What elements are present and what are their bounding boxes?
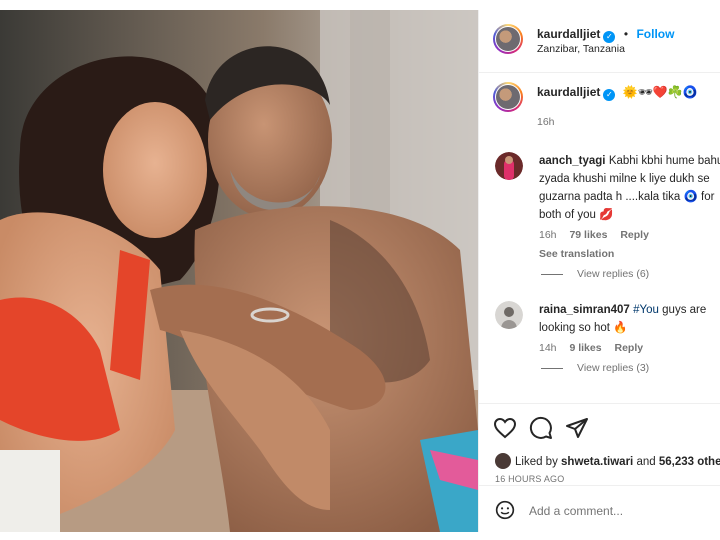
comment-time: 16h [539,229,557,241]
add-comment-bar [479,485,720,532]
caption-author-avatar[interactable] [493,82,523,112]
comment-bubble-icon[interactable] [529,416,553,440]
comment-username[interactable]: raina_simran407 [539,304,630,316]
author-avatar-image [496,27,520,51]
view-replies-button[interactable]: View replies (6) [541,268,649,280]
comment-likes[interactable]: 79 likes [569,229,607,241]
commenter-avatar-image [495,301,523,329]
caption-line: kaurdalljiet ✓ 🌞🕶❤️☘️🧿 [537,85,698,101]
replies-line [541,273,563,275]
view-replies-label: View replies (3) [577,362,650,374]
caption-verified-badge-icon: ✓ [603,89,616,101]
commenter-avatar-image [495,152,523,180]
caption-text: 🌞🕶❤️☘️🧿 [622,85,698,99]
likes-middle: and [633,456,659,468]
comment-hashtag[interactable]: #You [633,304,659,316]
comment-time: 14h [539,342,557,354]
comment-meta: 16h 79 likes Reply [539,227,720,244]
view-replies-button[interactable]: View replies (3) [541,362,649,374]
author-avatar[interactable] [493,24,523,54]
add-comment-input[interactable] [527,499,711,523]
liker-username[interactable]: shweta.tiwari [561,456,633,468]
comment-reply-button[interactable]: Reply [615,342,644,354]
see-translation-link[interactable]: See translation [539,246,720,263]
verified-badge-icon: ✓ [603,31,616,43]
author-username[interactable]: kaurdalljiet [537,27,600,41]
post-side-panel: kaurdalljiet ✓ • Follow Zanzibar, Tanzani… [478,10,720,532]
author-line: kaurdalljiet ✓ • Follow [537,25,674,43]
heart-icon[interactable] [493,416,517,440]
likes-prefix: Liked by [515,456,562,468]
likes-summary: Liked by shweta.tiwari and 56,233 others [495,453,720,469]
smiley-icon[interactable] [495,500,515,520]
follow-button[interactable]: Follow [636,27,674,41]
likes-count[interactable]: 56,233 others [659,456,720,468]
liker-avatar[interactable] [495,453,511,469]
comment-meta: 14h 9 likes Reply [539,340,720,357]
comment-body: aanch_tyagi Kabhi kbhi hume bahut zyada … [539,152,720,263]
comment-likes[interactable]: 9 likes [569,342,601,354]
top-strip [0,0,720,10]
post-header: kaurdalljiet ✓ • Follow Zanzibar, Tanzani… [479,10,720,73]
caption-author-avatar-image [496,85,520,109]
post-photo[interactable] [0,10,478,532]
caption-time: 16h [537,116,555,128]
comment-username[interactable]: aanch_tyagi [539,155,605,167]
replies-line [541,367,563,369]
commenter-avatar[interactable] [495,301,523,329]
commenter-avatar[interactable] [495,152,523,180]
comment-body: raina_simran407 #You guys are looking so… [539,301,720,357]
post-timestamp[interactable]: 16 HOURS AGO [495,474,564,484]
paper-plane-icon[interactable] [565,416,589,440]
view-replies-label: View replies (6) [577,268,650,280]
separator-dot: • [623,27,629,41]
post-location[interactable]: Zanzibar, Tanzania [537,43,625,55]
bottom-strip [0,532,720,540]
comment-reply-button[interactable]: Reply [620,229,649,241]
post-photo-graphic [0,10,478,532]
caption-username[interactable]: kaurdalljiet [537,85,600,99]
